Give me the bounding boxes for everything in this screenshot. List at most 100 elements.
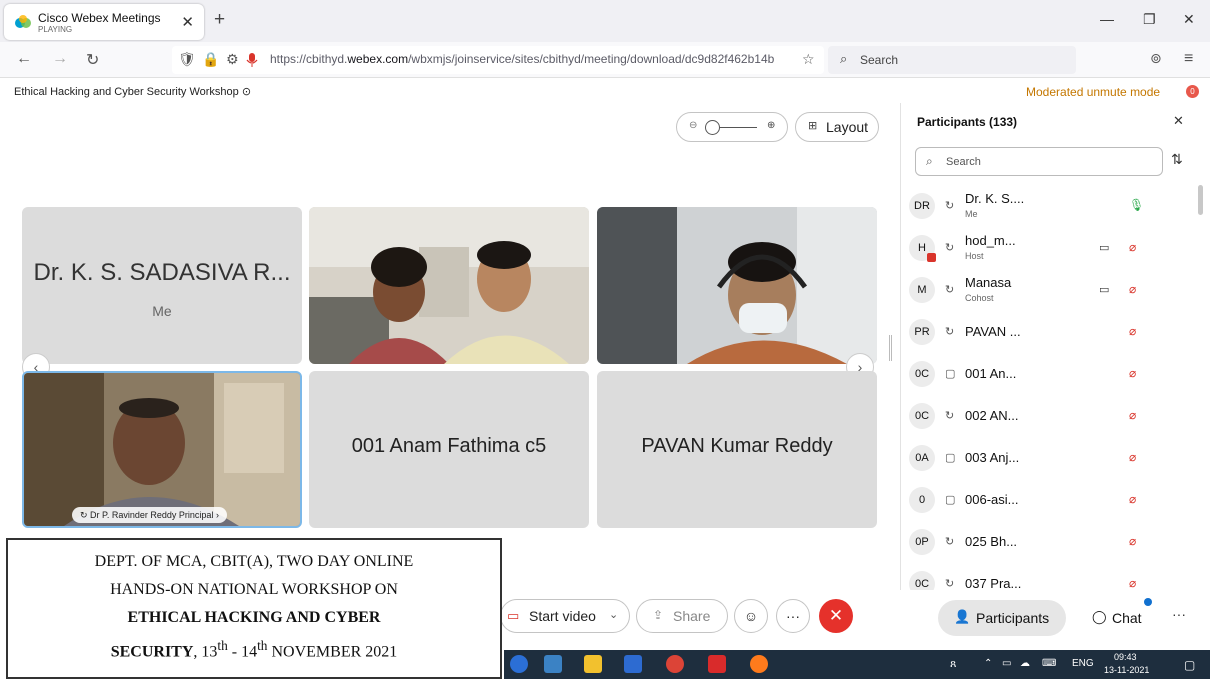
participant-row[interactable]: 0C ↻ 037 Pra... ⌀ <box>901 563 1197 590</box>
more-icon: ··· <box>786 608 800 624</box>
url-bar[interactable]: 🛡 🔒 ⚙ https://cbithyd.webex.com/wbxmjs/j… <box>172 46 824 74</box>
clock-time[interactable]: 09:43 <box>1114 652 1137 662</box>
participant-row[interactable]: 0 ▢ 006-asi... ⌀ <box>901 479 1197 521</box>
video-tile-participant[interactable]: PAVAN Kumar Reddy <box>597 371 877 528</box>
search-icon: ⌕ <box>840 51 848 66</box>
participant-search-input[interactable]: ⌕ Search <box>915 147 1163 176</box>
participant-row[interactable]: DR ↻ Dr. K. S.... Me 🎙 <box>901 185 1197 227</box>
participant-row[interactable]: 0A ▢ 003 Anj... ⌀ <box>901 437 1197 479</box>
start-video-button[interactable]: ▭ Start video ⌄ <box>500 599 630 633</box>
permissions-icon[interactable]: ⚙ <box>226 51 239 68</box>
camera-icon[interactable]: ▭ <box>1099 241 1109 254</box>
minimize-icon[interactable]: — <box>1100 11 1114 27</box>
zoom-knob[interactable] <box>705 120 720 135</box>
taskbar-app-icon[interactable] <box>510 655 528 673</box>
keyboard-icon[interactable]: ⌨ <box>1042 658 1056 669</box>
participant-list[interactable]: DR ↻ Dr. K. S.... Me 🎙 H ↻ hod_m... Host ▭ ⌀ M ↻ Mana… <box>901 185 1197 590</box>
pocket-icon[interactable]: ⊚ <box>1150 50 1162 67</box>
video-off-icon: ▭ <box>507 608 520 623</box>
participant-role: Me <box>965 209 978 219</box>
notifications-icon[interactable]: ▢ <box>1184 658 1195 672</box>
firefox-icon[interactable] <box>750 655 768 673</box>
search-bar[interactable]: ⌕ Search <box>828 46 1076 74</box>
more-options-button[interactable]: ··· <box>776 599 810 633</box>
microphone-muted-icon[interactable]: ⌀ <box>1129 366 1136 380</box>
browser-tab[interactable]: Cisco Webex Meetings PLAYING ✕ <box>4 4 204 40</box>
avatar: 0C <box>909 403 935 429</box>
sync-device-icon: ↻ <box>945 578 955 590</box>
camera-icon[interactable]: ▭ <box>1099 283 1109 296</box>
microphone-muted-icon[interactable]: ⌀ <box>1129 282 1136 296</box>
windows-taskbar: ጸ ⌃ ▭ ☁ ⌨ ENG 09:43 13-11-2021 ▢ <box>504 650 1210 679</box>
participant-row[interactable]: H ↻ hod_m... Host ▭ ⌀ <box>901 227 1197 269</box>
reload-icon[interactable]: ↻ <box>86 50 99 70</box>
forward-icon[interactable]: → <box>52 50 68 68</box>
layout-button[interactable]: ⊞ Layout <box>795 112 879 142</box>
clock-date[interactable]: 13-11-2021 <box>1104 665 1149 675</box>
new-tab-icon[interactable]: + <box>214 9 225 31</box>
video-tile-cohost[interactable] <box>597 207 877 364</box>
onedrive-icon[interactable]: ☁ <box>1020 658 1030 669</box>
bookmark-star-icon[interactable]: ☆ <box>802 51 815 68</box>
participant-row[interactable]: 0P ↻ 025 Bh... ⌀ <box>901 521 1197 563</box>
tray-chevron-up-icon[interactable]: ⌃ <box>984 658 992 669</box>
paint-app-icon[interactable] <box>544 655 562 673</box>
back-icon[interactable]: ← <box>16 50 32 68</box>
participant-row[interactable]: PR ↻ PAVAN ... ⌀ <box>901 311 1197 353</box>
zoom-out-icon[interactable]: ⊖ <box>689 120 697 131</box>
search-label: Search <box>860 53 899 67</box>
participant-row[interactable]: M ↻ Manasa Cohost ▭ ⌀ <box>901 269 1197 311</box>
participant-name: 025 Bh... <box>965 534 1018 549</box>
microphone-muted-icon[interactable]: ⌀ <box>1129 450 1136 464</box>
close-panel-icon[interactable]: ✕ <box>1173 113 1184 129</box>
video-tile-participant[interactable]: 001 Anam Fathima c5 <box>309 371 589 528</box>
participant-row[interactable]: 0C ↻ 002 AN... ⌀ <box>901 395 1197 437</box>
participant-row[interactable]: 0C ▢ 001 An... ⌀ <box>901 353 1197 395</box>
speaker-name-label: ↻ Dr P. Ravinder Reddy Principal › <box>72 507 227 523</box>
meeting-title[interactable]: Ethical Hacking and Cyber Security Works… <box>14 85 251 98</box>
sort-icon[interactable]: ⇅ <box>1171 151 1183 168</box>
video-tile-host[interactable] <box>309 207 589 364</box>
video-tile-me[interactable]: Dr. K. S. SADASIVA R... Me <box>22 207 302 364</box>
leave-meeting-button[interactable]: ✕ <box>819 599 853 633</box>
microphone-on-icon[interactable]: 🎙 <box>1129 198 1144 212</box>
microphone-muted-icon[interactable]: ⌀ <box>1129 240 1136 254</box>
zoom-in-icon[interactable]: ⊕ <box>767 120 775 131</box>
unmute-badge[interactable]: 0 <box>1186 85 1199 98</box>
chevron-down-icon[interactable]: ⌄ <box>609 608 618 621</box>
lock-icon[interactable]: 🔒 <box>202 51 219 68</box>
more-icon[interactable]: ··· <box>1172 606 1186 622</box>
file-explorer-icon[interactable] <box>584 655 602 673</box>
microphone-muted-icon[interactable]: ⌀ <box>1129 534 1136 548</box>
language-indicator[interactable]: ENG <box>1072 658 1094 669</box>
shield-icon[interactable]: 🛡 <box>178 51 196 68</box>
chrome-icon[interactable] <box>666 655 684 673</box>
people-icon[interactable]: ጸ <box>950 658 956 671</box>
microphone-muted-icon[interactable]: ⌀ <box>1129 492 1136 506</box>
word-app-icon[interactable] <box>624 655 642 673</box>
menu-icon[interactable]: ≡ <box>1184 50 1193 68</box>
microphone-muted-icon[interactable]: ⌀ <box>1129 408 1136 422</box>
share-button[interactable]: ⇪ Share <box>636 599 728 633</box>
emoji-icon: ☺ <box>743 608 759 624</box>
phone-device-icon: ▢ <box>945 452 956 464</box>
zoom-slider[interactable]: ⊖ ⊕ <box>676 112 788 142</box>
participant-list-scrollbar[interactable] <box>1198 185 1203 215</box>
avatar: 0A <box>909 445 935 471</box>
restore-icon[interactable]: ❐ <box>1143 11 1156 28</box>
window-close-icon[interactable]: ✕ <box>1183 11 1195 28</box>
pdf-reader-icon[interactable] <box>708 655 726 673</box>
microphone-muted-icon[interactable]: ⌀ <box>1129 576 1136 590</box>
panel-resize-handle[interactable] <box>889 335 892 361</box>
microphone-muted-icon[interactable]: ⌀ <box>1129 324 1136 338</box>
avatar: 0C <box>909 571 935 590</box>
reactions-button[interactable]: ☺ <box>734 599 768 633</box>
microphone-icon[interactable] <box>246 52 258 68</box>
participants-icon: 👤 <box>954 609 971 624</box>
battery-icon[interactable]: ▭ <box>1002 658 1011 669</box>
close-tab-icon[interactable]: ✕ <box>181 13 194 31</box>
video-tile-active-speaker[interactable]: ↻ Dr P. Ravinder Reddy Principal › <box>22 371 302 528</box>
participants-button[interactable]: 👤 Participants <box>938 600 1066 636</box>
chat-button-label: Chat <box>1112 610 1142 626</box>
browser-nav-bar: ← → ↻ 🛡 🔒 ⚙ https://cbithyd.webex.com/wb… <box>0 42 1210 78</box>
